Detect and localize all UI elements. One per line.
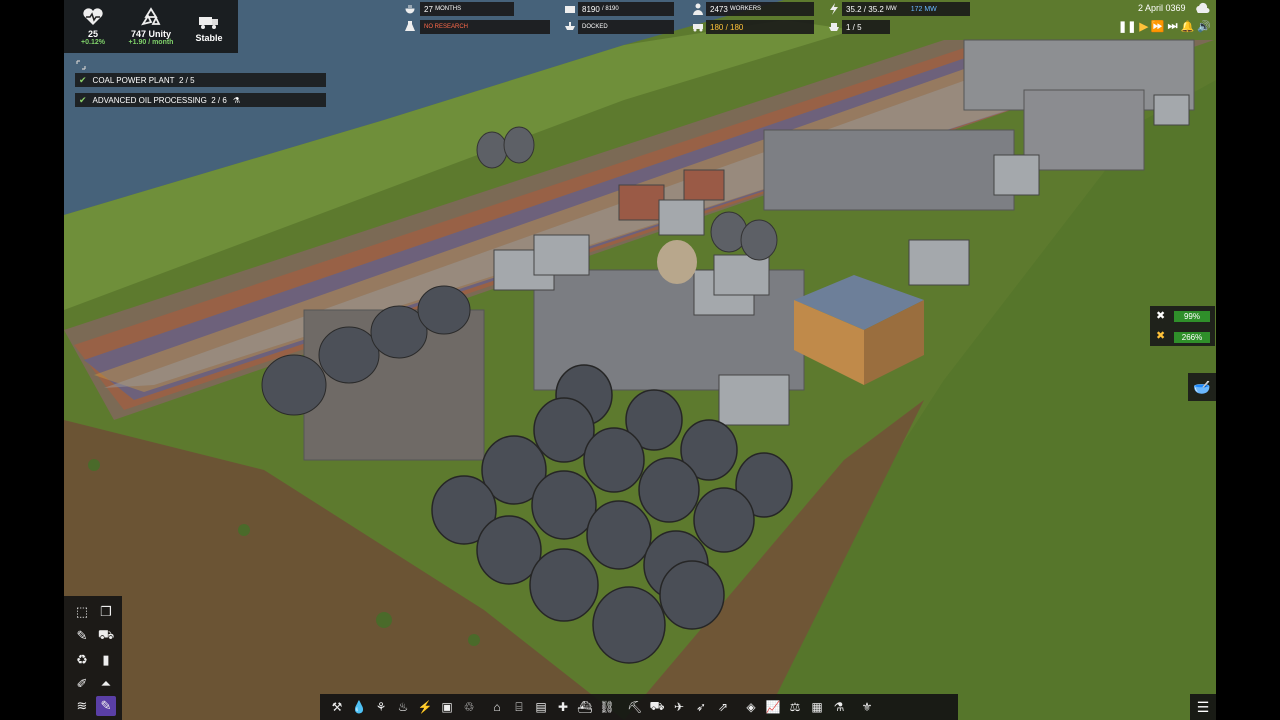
chevron-down-icon: ✔ — [79, 94, 87, 105]
play-button[interactable]: ▶ — [1139, 20, 1147, 33]
build-toolbar: ⚒ 💧 ⚘ ♨ ⚡ ▣ ♲ ⌂ ⌸ ▤ ✚ ⛴ ⛓ ⛏ ⛟ ✈ ➶ ⇗ ◈ 📈 … — [320, 694, 958, 720]
research-indicator[interactable]: NO RESEARCH — [420, 20, 550, 34]
brush-icon[interactable]: ✐ — [72, 674, 92, 694]
recycle-bin-icon[interactable]: ♲ — [460, 698, 478, 716]
bars-icon[interactable]: ▮ — [96, 650, 116, 670]
workers-icon — [693, 3, 703, 15]
launch-icon[interactable]: ⇗ — [714, 698, 732, 716]
flask-icon — [405, 21, 415, 31]
faster-button[interactable]: ⏭ — [1168, 20, 1178, 33]
farm-icon[interactable]: ⚘ — [372, 698, 390, 716]
transport-icon[interactable]: ⛓ — [598, 698, 616, 716]
rocket-icon[interactable]: ➶ — [692, 698, 710, 716]
collapse-icon[interactable] — [76, 60, 86, 70]
status-value: Stable — [195, 32, 223, 43]
heart-pulse-icon — [83, 8, 103, 26]
truck-tool-icon[interactable]: ⛟ — [648, 698, 666, 716]
recipe-icon: ⚗ — [232, 95, 240, 105]
hamburger-icon: ☰ — [1196, 698, 1210, 715]
status-stat[interactable]: Stable — [180, 0, 238, 53]
ships-indicator[interactable]: 1 / 5 — [842, 20, 890, 34]
copy-icon[interactable]: ❐ — [96, 602, 116, 622]
lightning-icon — [830, 3, 838, 15]
game-date: 2 April 0369 — [1138, 3, 1186, 13]
round-silo — [657, 240, 697, 284]
health-value: 25 — [87, 29, 98, 39]
notification-button[interactable]: 🥣 — [1188, 373, 1216, 401]
vehicles-indicator[interactable]: 180 / 180 — [706, 20, 814, 34]
weather-icon[interactable] — [1194, 2, 1210, 16]
unity-stat[interactable]: 747 Unity +1.90 / month — [122, 0, 180, 53]
maintenance-panel: ✖ 99% ✖ 266% — [1150, 306, 1215, 346]
hospital-icon[interactable]: ✚ — [554, 698, 572, 716]
tree-icon[interactable]: ⚜ — [858, 698, 876, 716]
bulldozer-icon[interactable]: ⛟ — [96, 626, 116, 646]
workers-indicator[interactable]: 2473 WORKERS — [706, 2, 814, 16]
tools-icon: ✖ — [1156, 330, 1166, 342]
excavator-icon[interactable]: ⛏ — [626, 698, 644, 716]
layers-icon[interactable]: ≋ — [72, 696, 92, 716]
vehicle-icon — [693, 24, 703, 32]
storage-indicator[interactable]: 8190 / 8190 — [578, 2, 674, 16]
fast-button[interactable]: ⏩ — [1151, 20, 1165, 33]
speed-controls: ❚❚ ▶ ⏩ ⏭ 🔔 🔊 — [1118, 20, 1214, 33]
unity-delta: +1.90 / month — [128, 39, 174, 46]
bowl-icon: 🥣 — [1193, 378, 1211, 395]
housing-icon[interactable]: ⌸ — [510, 698, 528, 716]
flask-tool-icon[interactable]: ⚗ — [830, 698, 848, 716]
stats-icon[interactable]: 📈 — [764, 698, 782, 716]
edit-icon[interactable]: ✎ — [96, 696, 116, 716]
alerts-icon[interactable]: 🔔 — [1181, 20, 1195, 33]
drone-icon[interactable]: ✈ — [670, 698, 688, 716]
months-indicator[interactable]: 27 MONTHS — [420, 2, 514, 16]
water-icon[interactable]: 💧 — [350, 698, 368, 716]
picker-icon[interactable]: ✎ — [72, 626, 92, 646]
maintenance-first: 99% — [1174, 311, 1210, 322]
world-scene — [64, 0, 1216, 720]
docked-indicator[interactable]: DOCKED — [578, 20, 674, 34]
sound-icon[interactable]: 🔊 — [1197, 20, 1211, 33]
balance-icon[interactable]: ⚖ — [786, 698, 804, 716]
select-area-icon[interactable]: ⬚ — [72, 602, 92, 622]
game-viewport[interactable] — [64, 0, 1216, 720]
goal-advanced-oil-processing[interactable]: ✔ ADVANCED OIL PROCESSING 2 / 6 ⚗ — [75, 93, 326, 107]
truck-icon — [199, 16, 218, 29]
stats-panel: 25 +0.12% 747 Unity +1.90 / month Stable — [64, 0, 238, 53]
maintenance-second: 266% — [1174, 332, 1210, 343]
blueprint-icon[interactable]: ▦ — [808, 698, 826, 716]
ship-icon — [565, 22, 575, 30]
storage-tool-icon[interactable]: ▣ — [438, 698, 456, 716]
wrench-icon: ✖ — [1156, 310, 1166, 322]
menu-button[interactable]: ☰ — [1190, 694, 1216, 720]
double-chevron-up-icon[interactable]: ⏶ — [96, 674, 116, 694]
research-tree-icon[interactable]: ◈ — [742, 698, 760, 716]
cargo-ship-icon — [829, 23, 839, 31]
mining-icon[interactable]: ⚒ — [328, 698, 346, 716]
storage-icon — [565, 6, 575, 13]
warehouse-icon[interactable]: ▤ — [532, 698, 550, 716]
unity-value: 747 Unity — [130, 29, 172, 39]
power-icon[interactable]: ⚡ — [416, 698, 434, 716]
factory-icon[interactable]: ⌂ — [488, 698, 506, 716]
recycle-tool-icon[interactable]: ♻ — [72, 650, 92, 670]
food-icon — [405, 5, 415, 14]
chevron-down-icon: ✔ — [79, 74, 87, 85]
goal-coal-power-plant[interactable]: ✔ COAL POWER PLANT 2 / 5 — [75, 73, 326, 87]
ship-tool-icon[interactable]: ⛴ — [576, 698, 594, 716]
health-delta: +0.12% — [81, 39, 105, 46]
tools-panel: ⬚ ❐ ✎ ⛟ ♻ ▮ ✐ ⏶ ≋ ✎ — [64, 596, 122, 720]
smelter-icon[interactable]: ♨ — [394, 698, 412, 716]
recycle-icon — [141, 7, 161, 26]
power-indicator[interactable]: 35.2 / 35.2 MW 172 MW — [842, 2, 970, 16]
health-stat[interactable]: 25 +0.12% — [64, 0, 122, 53]
pause-button[interactable]: ❚❚ — [1118, 20, 1136, 33]
